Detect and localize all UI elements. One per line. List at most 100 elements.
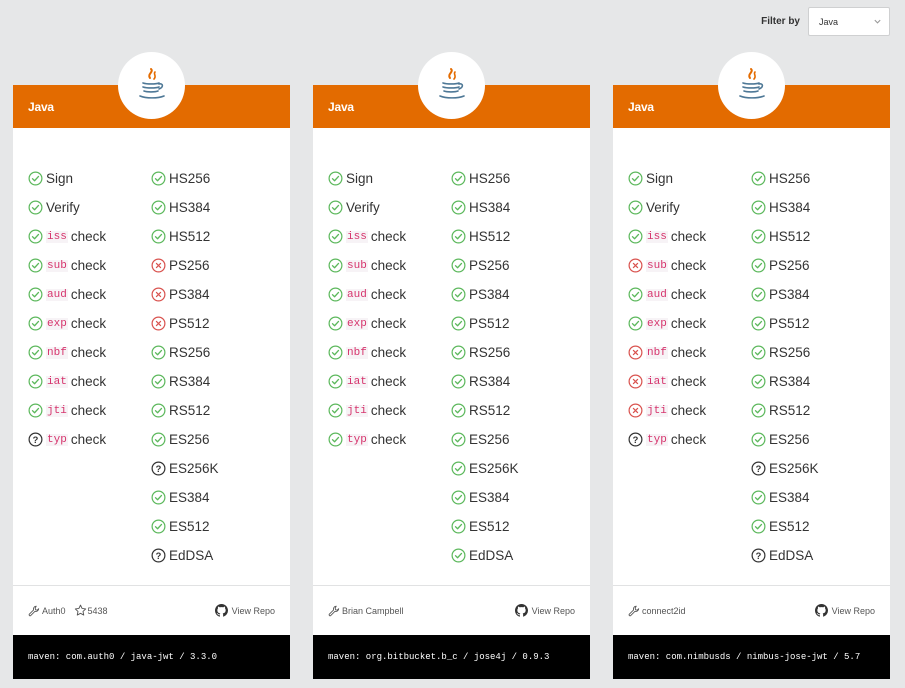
feature-label: RS512 xyxy=(769,403,811,418)
feature-item: Verify xyxy=(628,193,706,222)
view-repo-link[interactable]: View Repo xyxy=(514,604,575,617)
check-circle-icon xyxy=(628,171,643,186)
claims-column: Sign Verify iss check sub check aud check exp che… xyxy=(28,164,106,454)
filter-selected-value: Java xyxy=(819,16,839,27)
svg-text:?: ? xyxy=(33,435,39,445)
github-icon xyxy=(214,604,228,617)
feature-item: iat check xyxy=(628,367,706,396)
feature-item: iss check xyxy=(628,222,706,251)
feature-label: check xyxy=(670,258,707,273)
cross-circle-icon xyxy=(628,403,643,418)
card-title: Java xyxy=(628,100,654,114)
java-cup-icon xyxy=(138,67,165,99)
feature-label: check xyxy=(70,229,107,244)
claim-code: sub xyxy=(646,259,668,272)
feature-label: HS512 xyxy=(769,229,811,244)
feature-label: check xyxy=(70,287,107,302)
feature-label: RS512 xyxy=(169,403,211,418)
author: connect2id xyxy=(628,605,686,617)
view-repo-link[interactable]: View Repo xyxy=(214,604,275,617)
check-circle-icon xyxy=(151,432,166,447)
claim-code: typ xyxy=(46,433,68,446)
feature-label: PS512 xyxy=(769,316,810,331)
question-circle-icon: ? xyxy=(151,461,166,476)
cross-circle-icon xyxy=(151,287,166,302)
java-logo xyxy=(718,52,785,119)
check-circle-icon xyxy=(151,345,166,360)
feature-item: PS512 xyxy=(151,309,219,338)
feature-label: ES384 xyxy=(169,490,210,505)
feature-label: HS256 xyxy=(169,171,211,186)
feature-item: HS256 xyxy=(151,164,219,193)
feature-item: PS384 xyxy=(151,280,219,309)
feature-item: nbf check xyxy=(28,338,106,367)
card-header: Java xyxy=(313,52,590,128)
check-circle-icon xyxy=(751,287,766,302)
feature-label: RS384 xyxy=(469,374,511,389)
check-circle-icon xyxy=(28,403,43,418)
check-circle-icon xyxy=(628,229,643,244)
check-circle-icon xyxy=(328,345,343,360)
feature-item: typ check xyxy=(328,425,406,454)
feature-item: ES256K xyxy=(451,454,519,483)
feature-item: PS256 xyxy=(151,251,219,280)
feature-item: Verify xyxy=(28,193,106,222)
feature-item: HS512 xyxy=(751,222,819,251)
claim-code: exp xyxy=(46,317,68,330)
feature-label: RS256 xyxy=(469,345,511,360)
claim-code: aud xyxy=(346,288,368,301)
feature-label: RS384 xyxy=(769,374,811,389)
feature-label: RS512 xyxy=(469,403,511,418)
check-circle-icon xyxy=(751,229,766,244)
view-repo-link[interactable]: View Repo xyxy=(814,604,875,617)
feature-item: ? ES256K xyxy=(751,454,819,483)
feature-item: PS512 xyxy=(751,309,819,338)
feature-label: check xyxy=(670,316,707,331)
check-circle-icon xyxy=(328,229,343,244)
feature-label: HS384 xyxy=(169,200,211,215)
feature-item: ES384 xyxy=(151,483,219,512)
feature-item: jti check xyxy=(628,396,706,425)
card-header: Java xyxy=(613,52,890,128)
feature-label: PS384 xyxy=(769,287,810,302)
feature-item: ES384 xyxy=(451,483,519,512)
check-circle-icon xyxy=(628,287,643,302)
feature-item: HS256 xyxy=(451,164,519,193)
feature-item: aud check xyxy=(628,280,706,309)
language-filter-select[interactable]: Java xyxy=(808,7,890,36)
feature-label: Sign xyxy=(346,171,374,186)
feature-item: HS384 xyxy=(451,193,519,222)
feature-label: Verify xyxy=(46,200,80,215)
check-circle-icon xyxy=(628,200,643,215)
feature-item: aud check xyxy=(328,280,406,309)
question-circle-icon: ? xyxy=(751,548,766,563)
feature-label: check xyxy=(370,316,407,331)
feature-label: Verify xyxy=(646,200,680,215)
feature-label: PS256 xyxy=(469,258,510,273)
feature-label: HS384 xyxy=(469,200,511,215)
feature-label: check xyxy=(70,345,107,360)
feature-item: ? ES256K xyxy=(151,454,219,483)
star-count: 5438 xyxy=(87,605,108,616)
feature-item: ES256 xyxy=(451,425,519,454)
feature-label: ES256K xyxy=(469,461,519,476)
library-card: Java Sign Verify iss check sub check aud check e… xyxy=(313,52,590,635)
question-circle-icon: ? xyxy=(28,432,43,447)
cross-circle-icon xyxy=(628,345,643,360)
claim-code: nbf xyxy=(346,346,368,359)
feature-item: PS384 xyxy=(751,280,819,309)
cross-circle-icon xyxy=(628,258,643,273)
feature-item: RS256 xyxy=(451,338,519,367)
feature-item: RS512 xyxy=(451,396,519,425)
feature-item: HS512 xyxy=(451,222,519,251)
check-circle-icon xyxy=(328,200,343,215)
claim-code: jti xyxy=(346,404,368,417)
claim-code: iat xyxy=(46,375,68,388)
feature-label: check xyxy=(370,229,407,244)
maven-coordinates: maven: com.auth0 / java-jwt / 3.3.0 xyxy=(13,635,290,679)
check-circle-icon xyxy=(451,519,466,534)
wrench-icon xyxy=(628,605,640,616)
feature-item: iss check xyxy=(28,222,106,251)
feature-item: iat check xyxy=(328,367,406,396)
check-circle-icon xyxy=(751,171,766,186)
